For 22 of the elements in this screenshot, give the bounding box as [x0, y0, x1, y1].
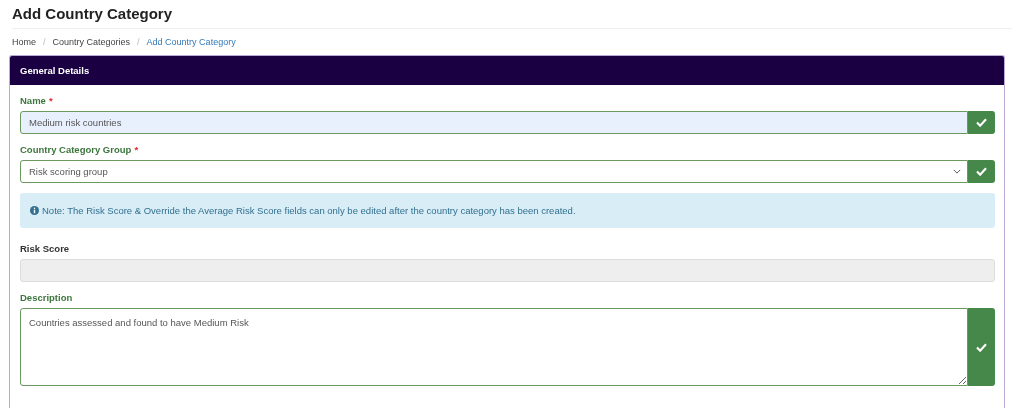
check-icon [976, 118, 987, 127]
select-field[interactable]: Risk scoring group [20, 160, 968, 183]
breadcrumb-separator: / [43, 37, 46, 49]
breadcrumb-link[interactable]: Home [12, 37, 36, 55]
breadcrumb-link[interactable]: Country Categories [52, 37, 131, 55]
check-icon [976, 167, 987, 176]
required-mark: * [48, 95, 53, 106]
breadcrumb-link[interactable]: Add Country Category [146, 37, 236, 55]
chevron-down-icon [953, 169, 961, 174]
field-label: Description [20, 292, 74, 304]
page-title: Add Country Category [12, 0, 1012, 29]
panel-header: General Details [10, 56, 1004, 85]
text-input[interactable]: Medium risk countries [20, 111, 968, 134]
field-label: Country Category Group * [20, 144, 140, 156]
description-textarea[interactable]: Countries assessed and found to have Medium Risk [20, 308, 968, 386]
field-label: Risk Score [20, 243, 71, 255]
required-mark: * [134, 144, 139, 155]
info-icon [30, 206, 39, 215]
note-text: Note: The Risk Score & Override the Average Risk Score fields can only be edited after the country category has been created. [42, 205, 576, 216]
check-icon [976, 342, 987, 352]
breadcrumb-separator: / [137, 37, 140, 49]
field-label: Name * [20, 95, 54, 107]
